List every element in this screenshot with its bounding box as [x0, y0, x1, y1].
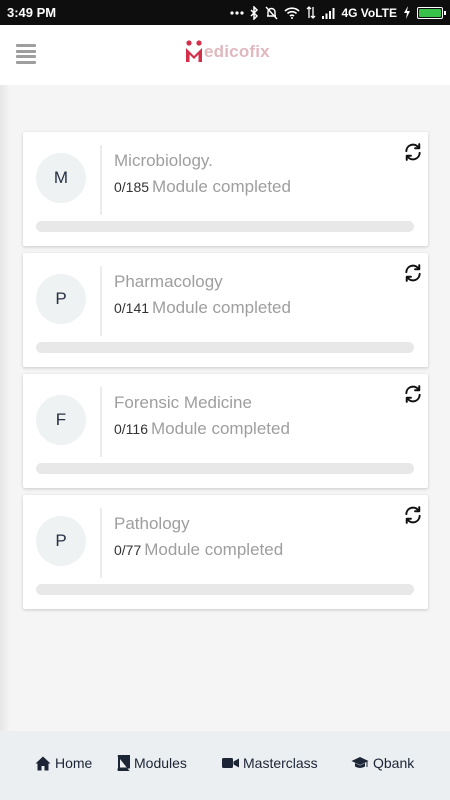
video-camera-icon: [222, 758, 239, 768]
logo-text: edicofix: [204, 42, 270, 61]
modules-completed-label: Module completed: [152, 298, 291, 317]
subject-title: Forensic Medicine: [114, 393, 252, 412]
progress-bar: [36, 584, 414, 595]
nav-modules-label: Modules: [134, 755, 187, 771]
modules-count: 0/77: [114, 542, 142, 558]
battery-icon: [417, 6, 446, 19]
home-icon: [35, 756, 51, 770]
subject-progress-text: 0/116 Module completed: [114, 419, 290, 439]
subject-card-pharmacology[interactable]: P Pharmacology 0/141 Module completed: [23, 253, 428, 367]
progress-bar: [36, 221, 414, 232]
subject-list: M Microbiology. 0/185 Module completed P …: [23, 132, 428, 616]
battery-level: [419, 8, 441, 17]
progress-bar: [36, 463, 414, 474]
subject-avatar: M: [36, 153, 86, 203]
nav-modules[interactable]: Modules: [117, 755, 187, 771]
refresh-icon[interactable]: [403, 384, 423, 404]
subject-avatar: P: [36, 516, 86, 566]
modules-completed-label: Module completed: [151, 419, 290, 438]
subject-avatar: P: [36, 274, 86, 324]
subject-progress-text: 0/141 Module completed: [114, 298, 291, 318]
charging-icon: [403, 6, 411, 19]
subject-title: Microbiology.: [114, 151, 213, 170]
modules-completed-label: Module completed: [152, 177, 291, 196]
refresh-icon[interactable]: [403, 142, 423, 162]
subject-card-microbiology[interactable]: M Microbiology. 0/185 Module completed: [23, 132, 428, 246]
app-logo: edicofix: [185, 37, 270, 67]
modules-completed-label: Module completed: [144, 540, 284, 559]
modules-count: 0/141: [114, 300, 150, 316]
progress-bar: [36, 342, 414, 353]
bluetooth-icon: [250, 5, 259, 20]
graduation-cap-icon: [351, 757, 369, 768]
subject-title: Pharmacology: [114, 272, 223, 291]
modules-count: 0/116: [114, 421, 148, 437]
subject-card-pathology[interactable]: P Pathology 0/77 Module completed: [23, 495, 428, 609]
subject-card-forensic-medicine[interactable]: F Forensic Medicine 0/116 Module complete…: [23, 374, 428, 488]
refresh-icon[interactable]: [403, 505, 423, 525]
app-bar: edicofix: [0, 25, 450, 85]
menu-icon[interactable]: [16, 44, 36, 64]
card-divider: [100, 508, 102, 578]
data-arrows-icon: [306, 6, 316, 19]
nav-home[interactable]: Home: [35, 755, 92, 771]
subject-avatar: F: [36, 395, 86, 445]
nav-masterclass[interactable]: Masterclass: [222, 755, 318, 771]
card-divider: [100, 387, 102, 457]
status-icons: 4G VoLTE: [230, 5, 446, 20]
nav-qbank-label: Qbank: [373, 755, 415, 771]
network-label: 4G VoLTE: [341, 5, 397, 20]
nav-masterclass-label: Masterclass: [243, 755, 318, 771]
page-edge-shadow: [0, 85, 10, 731]
wifi-icon: [284, 6, 300, 19]
status-bar: 3:49 PM 4G VoLTE: [0, 0, 450, 25]
nav-home-label: Home: [55, 755, 93, 771]
book-icon: [117, 755, 130, 771]
subject-title: Pathology: [114, 514, 190, 533]
card-divider: [100, 145, 102, 215]
bell-muted-icon: [265, 6, 278, 20]
logo-mark-icon: [186, 40, 202, 62]
subject-progress-text: 0/185 Module completed: [114, 177, 291, 197]
refresh-icon[interactable]: [403, 263, 423, 283]
more-dots-icon: [230, 10, 245, 15]
signal-icon: [322, 7, 335, 19]
status-time: 3:49 PM: [7, 5, 57, 20]
card-divider: [100, 266, 102, 336]
bottom-nav: Home Modules Masterclass Qbank: [0, 731, 450, 800]
subject-progress-text: 0/77 Module completed: [114, 540, 283, 560]
nav-qbank[interactable]: Qbank: [351, 755, 414, 771]
modules-count: 0/185: [114, 179, 150, 195]
